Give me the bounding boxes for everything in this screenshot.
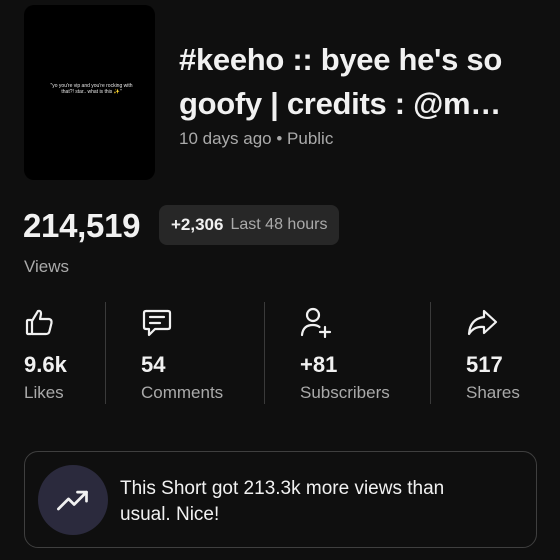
stat-likes-value: 9.6k (24, 352, 67, 377)
stat-shares-label: Shares (466, 383, 520, 402)
thumbnail-caption: "yo you're vip and you're rocking with t… (50, 83, 133, 95)
views-delta-chip[interactable]: +2,306 Last 48 hours (159, 205, 340, 245)
share-icon (467, 309, 498, 336)
stat-divider (264, 302, 265, 404)
engagement-stats: 9.6k Likes 54 Comments +81 Subscribers 5… (0, 302, 560, 404)
stat-subscribers-value: +81 (300, 352, 338, 377)
trending-up-icon (57, 490, 88, 511)
stat-comments-label: Comments (141, 383, 224, 402)
views-count: 214,519 (23, 207, 141, 244)
thumbs-up-icon (25, 309, 53, 336)
add-person-icon (300, 307, 332, 338)
stat-likes-label: Likes (24, 383, 64, 402)
stat-divider (430, 302, 431, 404)
views-label: Views (24, 257, 70, 276)
views-delta-value: +2,306 (171, 215, 224, 234)
insight-card[interactable]: This Short got 213.3k more views than us… (24, 451, 537, 548)
video-title: #keeho :: byee he's so goofy | credits :… (179, 42, 502, 121)
insight-badge (38, 465, 108, 535)
stat-subscribers-label: Subscribers (300, 383, 390, 402)
video-thumbnail[interactable]: "yo you're vip and you're rocking with t… (24, 5, 155, 180)
stat-divider (105, 302, 106, 404)
stat-comments-value: 54 (141, 352, 166, 377)
video-meta: 10 days ago • Public (179, 129, 334, 148)
stat-shares-value: 517 (466, 352, 503, 377)
comment-icon (142, 309, 172, 337)
insight-text: This Short got 213.3k more views than us… (120, 478, 445, 525)
views-delta-label: Last 48 hours (230, 216, 328, 233)
